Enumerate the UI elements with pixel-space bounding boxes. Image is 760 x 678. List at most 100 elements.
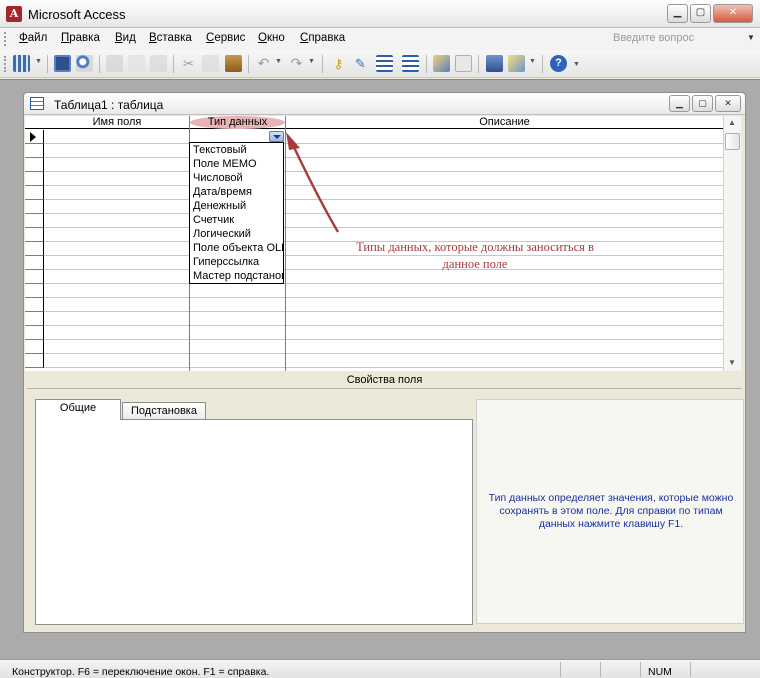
chevron-down-icon[interactable]: ▼	[275, 58, 282, 65]
data-type-option[interactable]: Поле MEMO	[190, 157, 283, 171]
table-window-title-bar: Таблица1 : таблица ▁ ▢ ✕	[24, 93, 745, 115]
row-selector[interactable]	[25, 200, 44, 214]
row-selector[interactable]	[25, 354, 44, 368]
grid-row-line	[44, 325, 723, 326]
save-icon[interactable]	[54, 55, 71, 72]
menu-grip[interactable]	[4, 32, 8, 46]
data-type-option[interactable]: Логический	[190, 227, 283, 241]
hint-panel: Тип данных определяет значения, которые …	[476, 399, 744, 624]
row-selector[interactable]	[25, 298, 44, 312]
column-header-description[interactable]: Описание	[286, 116, 723, 129]
chevron-down-icon[interactable]: ▼	[529, 58, 536, 65]
data-type-option[interactable]: Гиперссылка	[190, 255, 283, 269]
column-header-field-name[interactable]: Имя поля	[45, 116, 189, 129]
help-icon[interactable]: ?	[550, 55, 567, 72]
row-selector[interactable]	[25, 242, 44, 256]
row-selector[interactable]	[25, 214, 44, 228]
spelling-icon[interactable]	[150, 55, 167, 72]
chevron-down-icon[interactable]: ▼	[747, 33, 755, 42]
row-selector[interactable]	[25, 186, 44, 200]
copy-icon[interactable]	[202, 55, 219, 72]
menu-tools[interactable]: Сервис	[206, 32, 245, 44]
row-selector[interactable]	[25, 172, 44, 186]
indexes-icon[interactable]	[455, 55, 472, 72]
toolbar-separator	[47, 55, 48, 73]
grid-row-line	[44, 171, 723, 172]
print-preview-icon[interactable]	[128, 55, 145, 72]
column-header-data-type[interactable]: Тип данных	[190, 116, 285, 129]
toolbar-options-icon[interactable]: ▼	[573, 61, 580, 68]
annotation-line-2: данное поле	[442, 257, 508, 271]
toolbar-grip[interactable]	[4, 56, 8, 72]
tab-general[interactable]: Общие	[35, 399, 121, 420]
row-selector[interactable]	[25, 158, 44, 172]
scrollbar-thumb[interactable]	[725, 133, 740, 150]
toolbar-separator	[173, 55, 174, 73]
row-selector[interactable]	[25, 144, 44, 158]
grid-row-line	[44, 367, 723, 368]
view-icon[interactable]	[13, 55, 30, 72]
scroll-down-icon[interactable]: ▼	[728, 358, 736, 367]
undo-icon[interactable]: ↶	[255, 55, 272, 72]
chevron-down-icon[interactable]: ▼	[35, 58, 42, 65]
database-window-icon[interactable]	[486, 55, 503, 72]
toolbar-separator	[248, 55, 249, 73]
row-selector[interactable]	[25, 284, 44, 298]
row-selector[interactable]	[25, 256, 44, 270]
new-object-icon[interactable]	[508, 55, 525, 72]
data-type-option[interactable]: Числовой	[190, 171, 283, 185]
field-properties-label: Свойства поля	[346, 374, 423, 386]
menu-window[interactable]: Окно	[258, 32, 285, 44]
chevron-down-icon[interactable]: ▼	[308, 58, 315, 65]
access-app-icon[interactable]: A	[6, 6, 22, 22]
table-minimize-button[interactable]: ▁	[669, 95, 690, 112]
data-type-option[interactable]: Дата/время	[190, 185, 283, 199]
menu-file[interactable]: Файл	[19, 32, 47, 44]
help-search-input[interactable]: Введите вопрос	[613, 32, 694, 44]
app-title-bar: A Microsoft Access ▁ ▢ ✕	[0, 0, 760, 28]
annotation-note: Типы данных, которые должны заноситься в…	[330, 239, 620, 273]
scroll-up-icon[interactable]: ▲	[728, 118, 736, 127]
menu-insert[interactable]: Вставка	[149, 32, 192, 44]
table-icon[interactable]	[30, 97, 44, 110]
data-type-option[interactable]: Поле объекта OLE	[190, 241, 283, 255]
properties-icon[interactable]	[433, 55, 450, 72]
annotation-line-1: Типы данных, которые должны заноситься в	[356, 240, 594, 254]
menu-edit[interactable]: Правка	[61, 32, 100, 44]
restore-button[interactable]: ▢	[690, 4, 711, 23]
data-type-option[interactable]: Мастер подстановок...	[190, 269, 283, 283]
table-restore-button[interactable]: ▢	[692, 95, 713, 112]
table-close-button[interactable]: ✕	[715, 95, 741, 112]
general-tab-panel	[35, 419, 473, 625]
primary-key-icon[interactable]: ⚷	[330, 55, 347, 72]
grid-vertical-scrollbar[interactable]: ▲ ▼	[723, 116, 741, 371]
redo-icon[interactable]: ↷	[288, 55, 305, 72]
tab-lookup[interactable]: Подстановка	[122, 402, 206, 420]
row-selector[interactable]	[25, 326, 44, 340]
menu-help[interactable]: Справка	[300, 32, 345, 44]
builder-icon[interactable]: ✎	[352, 55, 369, 72]
insert-rows-icon[interactable]	[376, 55, 393, 72]
row-selector[interactable]	[25, 340, 44, 354]
paste-icon[interactable]	[225, 55, 242, 72]
data-type-option[interactable]: Счетчик	[190, 213, 283, 227]
search-icon[interactable]	[76, 55, 93, 72]
row-selector[interactable]	[25, 270, 44, 284]
data-type-dropdown-button[interactable]	[269, 131, 284, 142]
grid-row-line	[44, 339, 723, 340]
grid-row-line	[44, 227, 723, 228]
row-selector[interactable]	[25, 312, 44, 326]
print-icon[interactable]	[106, 55, 123, 72]
minimize-button[interactable]: ▁	[667, 4, 688, 23]
table-window-title: Таблица1 : таблица	[54, 98, 164, 112]
menu-view[interactable]: Вид	[115, 32, 136, 44]
status-divider	[690, 662, 691, 677]
data-type-option[interactable]: Текстовый	[190, 143, 283, 157]
delete-rows-icon[interactable]	[402, 55, 419, 72]
row-selector[interactable]	[25, 228, 44, 242]
close-button[interactable]: ✕	[713, 4, 753, 23]
status-divider	[560, 662, 561, 677]
cut-icon[interactable]: ✂	[180, 55, 197, 72]
grid-row-line	[44, 143, 723, 144]
data-type-option[interactable]: Денежный	[190, 199, 283, 213]
